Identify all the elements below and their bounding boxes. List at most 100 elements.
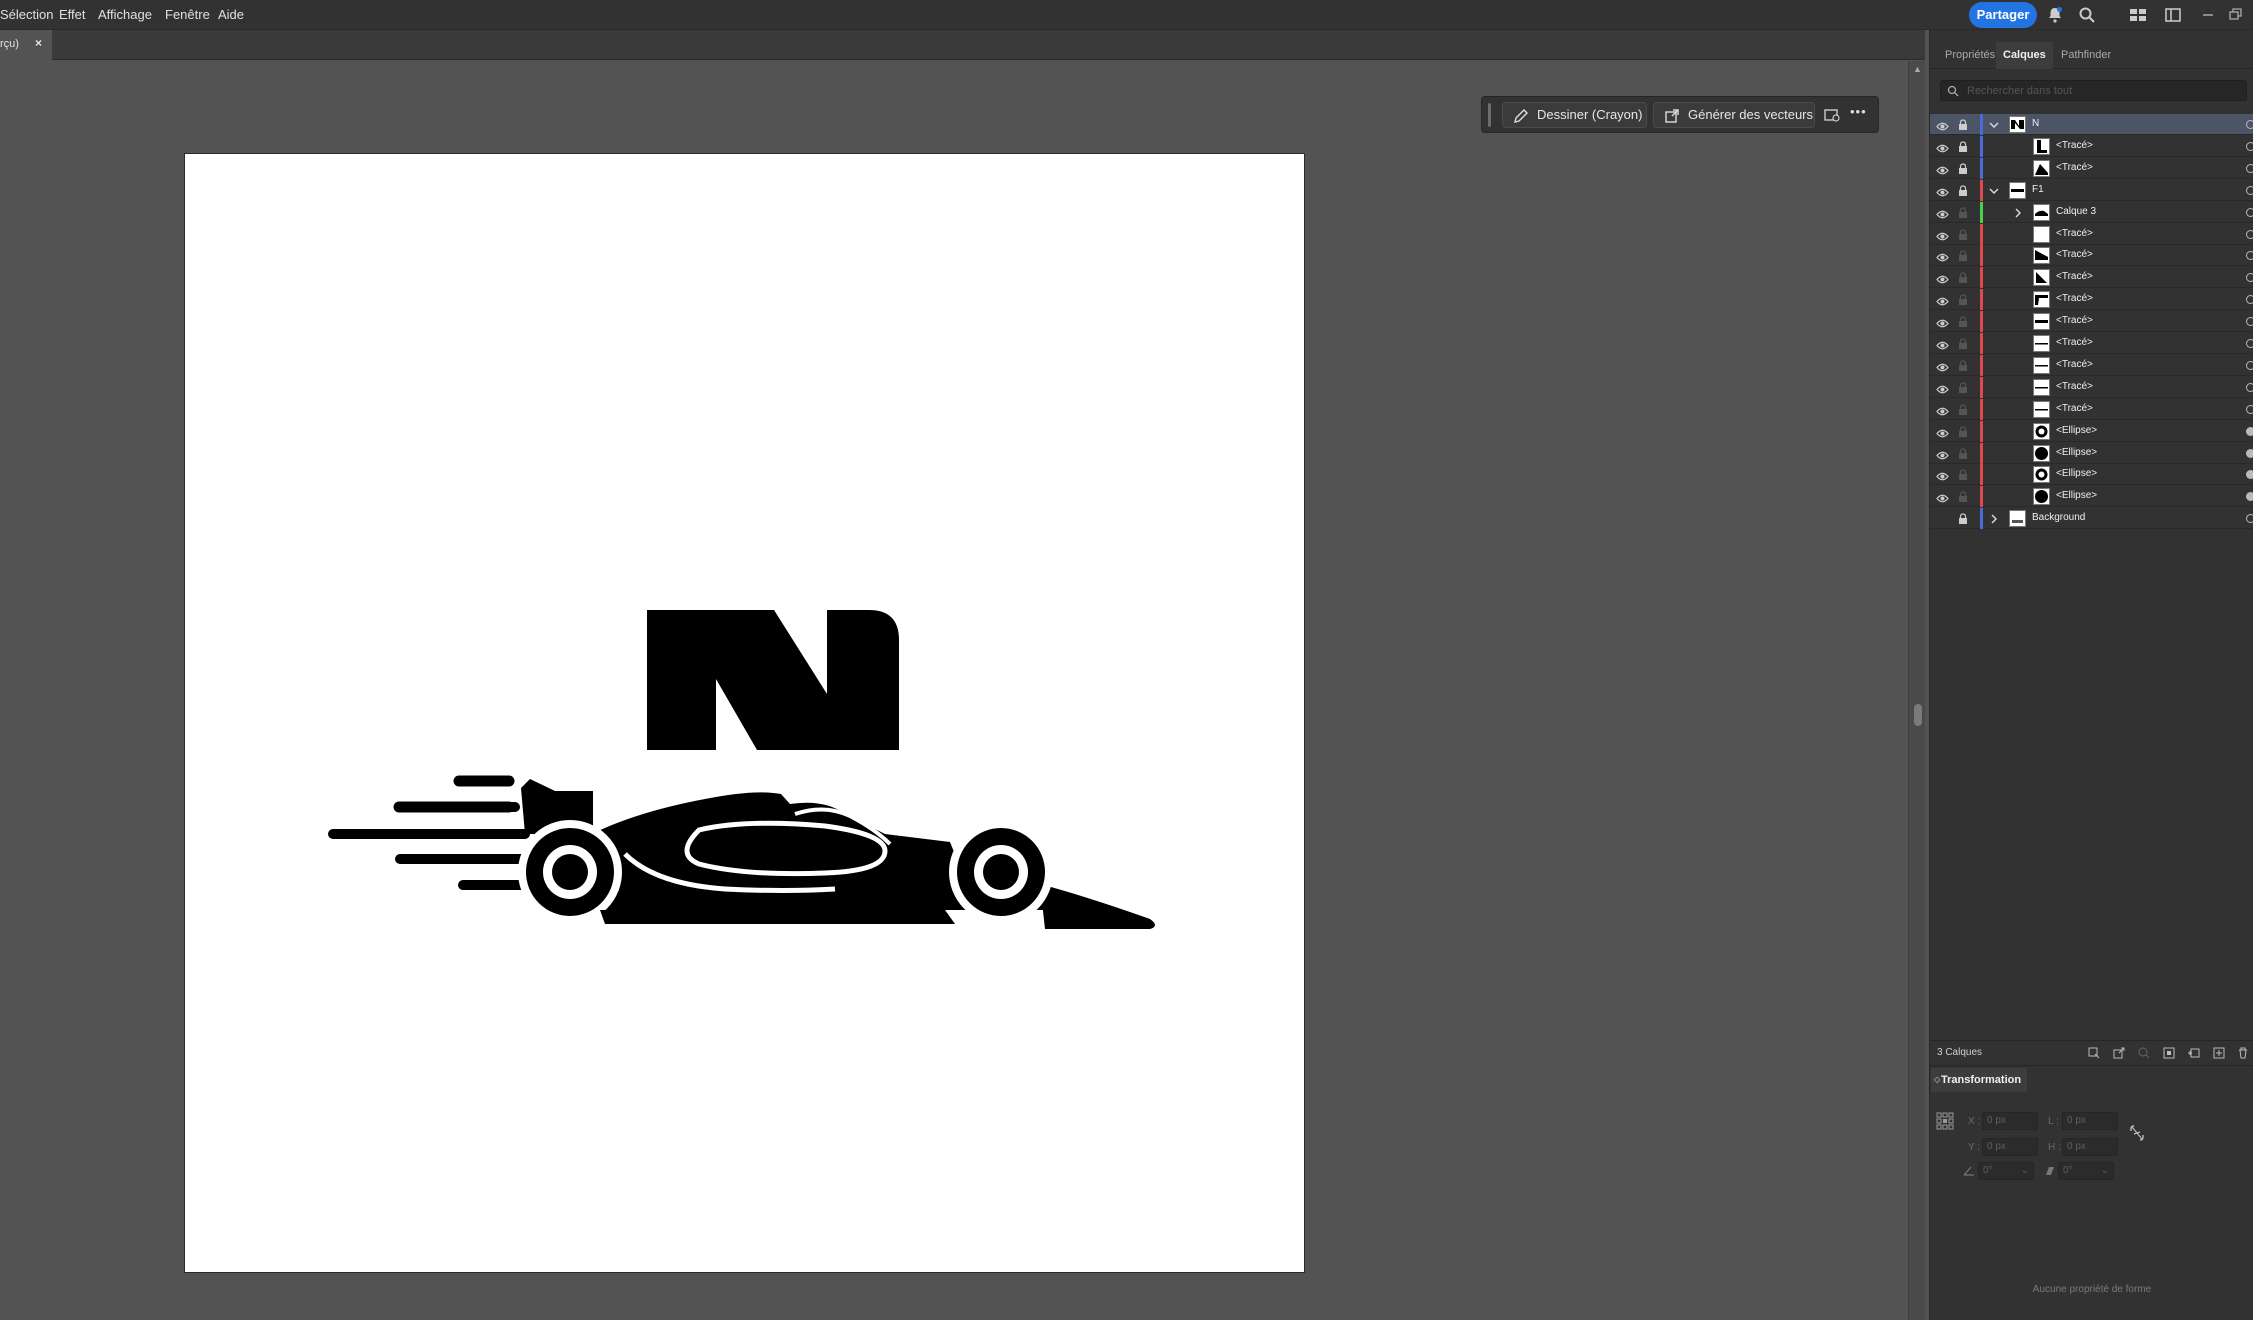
layer-name[interactable]: <Ellipse> <box>2056 468 2097 479</box>
layer-row[interactable]: Calque 3 <box>1930 201 2253 223</box>
chevron-right-icon[interactable] <box>2012 206 2024 218</box>
export-icon[interactable] <box>2112 1046 2126 1060</box>
chevron-down-icon[interactable] <box>1988 184 2000 196</box>
lock-icon[interactable] <box>1958 425 1968 437</box>
layer-row[interactable]: Background <box>1930 508 2253 530</box>
layer-row[interactable]: <Ellipse> <box>1930 442 2253 464</box>
layer-row[interactable]: <Tracé> <box>1930 398 2253 420</box>
layer-name[interactable]: <Ellipse> <box>2056 425 2097 436</box>
lock-icon[interactable] <box>1958 293 1968 306</box>
lock-icon[interactable] <box>1958 184 1968 196</box>
target-circle-icon[interactable] <box>2246 229 2253 239</box>
canvas-area[interactable]: Dessiner (Crayon) Générer des vecteurs •… <box>0 61 1908 1320</box>
lock-icon[interactable] <box>1958 359 1968 371</box>
lock-icon[interactable] <box>1958 337 1968 349</box>
layer-row[interactable]: <Ellipse> <box>1930 464 2253 486</box>
tab-calques[interactable]: Calques <box>1996 42 2053 69</box>
layer-row[interactable]: <Tracé> <box>1930 245 2253 267</box>
lock-icon[interactable] <box>1958 249 1968 262</box>
clipping-mask-icon[interactable] <box>2162 1046 2176 1060</box>
target-circle-icon[interactable] <box>2246 185 2253 195</box>
scrollbar-thumb[interactable] <box>1914 704 1922 726</box>
layer-row[interactable]: <Tracé> <box>1930 333 2253 354</box>
new-layer-icon[interactable] <box>2212 1046 2226 1060</box>
visibility-eye-icon[interactable] <box>1936 426 1949 437</box>
shear-dropdown-chevron-icon[interactable]: ⌄ <box>2101 1163 2109 1179</box>
drag-handle[interactable] <box>1488 103 1491 127</box>
lock-icon[interactable] <box>1958 447 1968 459</box>
delete-layer-icon[interactable] <box>2236 1046 2250 1060</box>
lock-icon[interactable] <box>1958 140 1968 152</box>
collect-export-icon[interactable] <box>2087 1046 2101 1060</box>
x-field[interactable]: 0 px <box>1982 1112 2038 1130</box>
layer-name[interactable]: <Tracé> <box>2056 271 2093 282</box>
search-icon[interactable] <box>2077 5 2097 25</box>
layer-row[interactable]: <Tracé> <box>1930 354 2253 376</box>
layer-row[interactable]: <Tracé> <box>1930 376 2253 398</box>
target-circle-icon[interactable] <box>2246 317 2253 327</box>
workspace-layout-icon[interactable] <box>2128 5 2148 25</box>
chevron-right-icon[interactable] <box>1988 512 2000 524</box>
layer-row[interactable]: <Tracé> <box>1930 157 2253 179</box>
layer-name[interactable]: Background <box>2032 512 2085 523</box>
lock-icon[interactable] <box>1958 315 1968 328</box>
layer-row[interactable]: <Tracé> <box>1930 267 2253 289</box>
target-circle-icon[interactable] <box>2246 120 2253 129</box>
visibility-eye-icon[interactable] <box>1936 294 1949 306</box>
y-field[interactable]: 0 px <box>1982 1138 2038 1156</box>
layer-row[interactable]: <Tracé> <box>1930 311 2253 333</box>
layer-name[interactable]: Calque 3 <box>2056 206 2096 217</box>
visibility-eye-icon[interactable] <box>1936 360 1949 372</box>
visibility-eye-icon[interactable] <box>1936 448 1949 459</box>
layer-name[interactable]: <Tracé> <box>2056 381 2093 392</box>
visibility-eye-icon[interactable] <box>1936 272 1949 284</box>
visibility-eye-icon[interactable] <box>1936 382 1949 394</box>
lock-icon[interactable] <box>1958 271 1968 284</box>
visibility-eye-icon[interactable] <box>1936 163 1949 175</box>
visibility-eye-icon[interactable] <box>1936 229 1949 240</box>
target-circle-icon[interactable] <box>2246 141 2253 151</box>
layer-row[interactable]: <Ellipse> <box>1930 486 2253 508</box>
layer-row[interactable]: <Ellipse> <box>1930 420 2253 442</box>
layer-row[interactable]: <Tracé> <box>1930 223 2253 245</box>
menu-selection[interactable]: Sélection <box>0 7 53 22</box>
rotate-field[interactable]: 0° ⌄ <box>1978 1162 2034 1180</box>
visibility-eye-icon[interactable] <box>1936 338 1949 350</box>
target-circle-icon[interactable] <box>2246 514 2253 524</box>
target-circle-icon[interactable] <box>2246 360 2253 370</box>
layer-name[interactable]: <Tracé> <box>2056 249 2093 260</box>
lock-icon[interactable] <box>1958 381 1968 393</box>
layer-name[interactable]: <Tracé> <box>2056 293 2093 304</box>
target-circle-icon[interactable] <box>2246 426 2253 436</box>
lock-icon[interactable] <box>1958 206 1968 218</box>
target-circle-icon[interactable] <box>2246 448 2253 458</box>
lock-icon[interactable] <box>1958 162 1968 174</box>
menu-fenetre[interactable]: Fenêtre <box>165 7 210 22</box>
tab-pathfinder[interactable]: Pathfinder <box>2054 42 2118 69</box>
layer-name[interactable]: <Ellipse> <box>2056 447 2097 458</box>
shear-field[interactable]: 0° ⌄ <box>2058 1162 2114 1180</box>
target-circle-icon[interactable] <box>2246 470 2253 480</box>
lock-icon[interactable] <box>1958 118 1968 130</box>
share-button[interactable]: Partager <box>1969 2 2037 28</box>
target-circle-icon[interactable] <box>2246 251 2253 261</box>
layer-name[interactable]: <Tracé> <box>2056 337 2093 348</box>
visibility-eye-icon[interactable] <box>1936 250 1949 262</box>
image-options-icon[interactable] <box>1822 105 1842 125</box>
layer-name[interactable]: <Tracé> <box>2056 403 2093 414</box>
menu-effet[interactable]: Effet <box>59 7 86 22</box>
constrain-proportions-icon[interactable] <box>2129 1124 2145 1142</box>
visibility-eye-icon[interactable] <box>1936 119 1949 131</box>
close-tab-icon[interactable]: × <box>35 36 42 50</box>
visibility-eye-icon[interactable] <box>1936 491 1949 503</box>
visibility-eye-icon[interactable] <box>1936 207 1949 218</box>
lock-icon[interactable] <box>1958 228 1968 240</box>
lock-icon[interactable] <box>1958 512 1968 525</box>
layer-name[interactable]: F1 <box>2032 184 2044 195</box>
layer-row[interactable]: N <box>1930 114 2253 135</box>
layer-name[interactable]: <Tracé> <box>2056 359 2093 370</box>
width-field[interactable]: 0 px <box>2062 1112 2118 1130</box>
visibility-eye-icon[interactable] <box>1936 316 1949 328</box>
target-circle-icon[interactable] <box>2246 295 2253 305</box>
lock-icon[interactable] <box>1958 468 1968 481</box>
